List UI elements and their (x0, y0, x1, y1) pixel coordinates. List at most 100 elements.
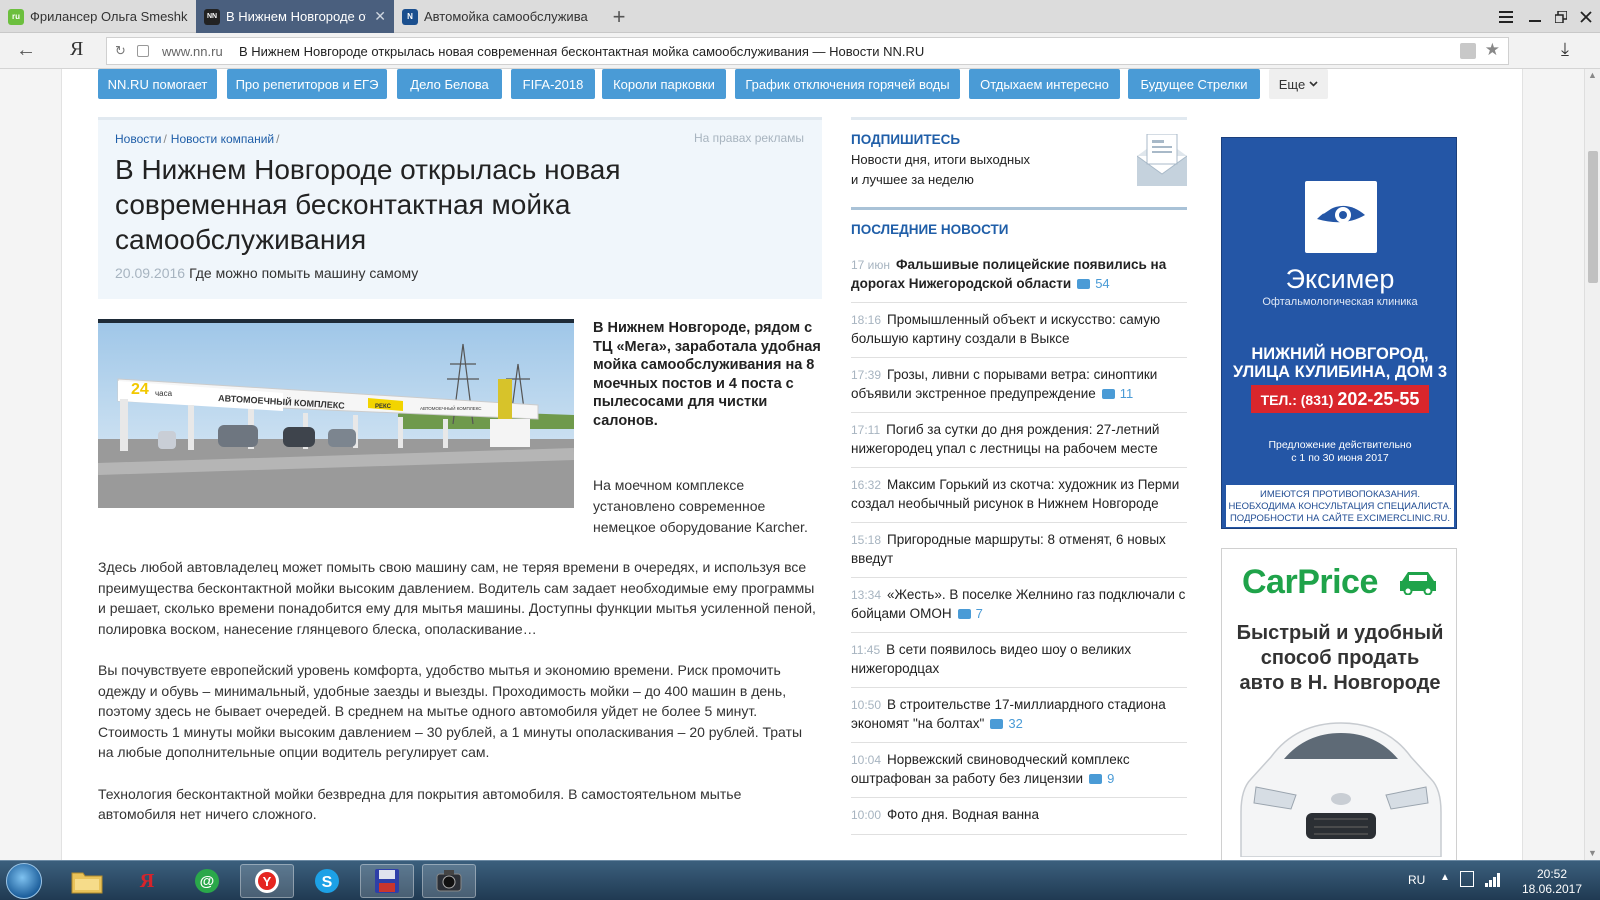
news-comments[interactable]: 32 (990, 715, 1023, 731)
start-button[interactable] (6, 863, 42, 899)
tag-button[interactable]: Дело Белова (397, 69, 502, 99)
network-signal-icon[interactable] (1485, 873, 1501, 887)
svg-text:S: S (322, 874, 333, 891)
article-date: 20.09.2016 (115, 265, 186, 281)
menu-icon[interactable] (1490, 0, 1522, 33)
news-item[interactable]: 17:39 Грозы, ливни с порывами ветра: сино… (851, 358, 1187, 413)
tab-nn-article[interactable]: NN В Нижнем Новгороде от ✕ (196, 0, 394, 33)
photo-sign-brand: РЕКС (375, 404, 392, 410)
tags-more-button[interactable]: Еще (1269, 69, 1328, 99)
eximer-offer-line: с 1 по 30 июня 2017 (1291, 451, 1389, 464)
news-time: 17:11 (851, 423, 881, 437)
tag-button[interactable]: Будущее Стрелки (1128, 69, 1260, 99)
article-photo[interactable]: 24 часа АВТОМОЕЧНЫЙ КОМПЛЕКС РЕКС АВТОМО… (98, 319, 574, 508)
explorer-icon[interactable] (60, 864, 114, 898)
carprice-slogan-line: способ продать (1260, 647, 1420, 669)
article-header: Новости / Новости компаний / На правах рекл… (98, 117, 822, 299)
tab-freelancer[interactable]: ru Фрилансер Ольга Smeshka (0, 0, 196, 33)
news-comments[interactable]: 9 (1089, 771, 1114, 786)
camera-icon[interactable] (422, 864, 476, 898)
download-icon[interactable]: ⤓ (1561, 39, 1569, 60)
page-scrollbar[interactable]: ▲ ▼ (1584, 69, 1600, 860)
scroll-down-icon[interactable]: ▼ (1588, 848, 1597, 858)
photo-sign-24: 24 (131, 381, 149, 398)
svg-text:Y: Y (263, 874, 272, 889)
news-comments[interactable]: 54 (1077, 275, 1110, 291)
news-headline[interactable]: В сети появилось видео шоу о великих ниж… (851, 642, 1131, 676)
news-item[interactable]: 10:04 Норвежский свиноводческий комплекс … (851, 743, 1187, 798)
action-center-icon[interactable] (1460, 871, 1474, 887)
close-window-icon[interactable] (1570, 0, 1600, 33)
eximer-offer-line: Предложение действительно (1268, 439, 1412, 451)
news-item[interactable]: 11:45 В сети появилось видео шоу о велики… (851, 633, 1187, 688)
ad-eximer-banner[interactable]: Эксимер Офтальмологическая клиника НИЖНИ… (1221, 137, 1457, 529)
news-time: 13:34 (851, 588, 882, 602)
news-headline[interactable]: Максим Горький из скотча: художник из Пе… (851, 477, 1179, 511)
eximer-offer: Предложение действительно с 1 по 30 июня… (1222, 439, 1456, 464)
tray-expand-icon[interactable]: ▲ (1440, 872, 1450, 883)
news-comments-count: 54 (1095, 275, 1110, 291)
page-info-icon[interactable] (137, 45, 149, 57)
news-headline[interactable]: Фото дня. Водная ванна (887, 807, 1039, 822)
yandex-logo-icon[interactable]: Я (70, 38, 83, 61)
news-comments[interactable]: 7 (957, 606, 983, 621)
reader-mode-icon[interactable] (1460, 43, 1476, 59)
yandex-app-icon[interactable]: Я (120, 864, 174, 898)
floppy-icon[interactable] (360, 864, 414, 898)
breadcrumb-company-news[interactable]: Новости компаний (171, 132, 274, 146)
news-item[interactable]: 13:34 «Жесть». В поселке Желнино газ подк… (851, 578, 1187, 633)
subscribe-title[interactable]: ПОДПИШИТЕСЬ (851, 132, 960, 147)
tag-button[interactable]: FIFA-2018 (511, 69, 595, 99)
news-item[interactable]: 18:16 Промышленный объект и искусство: са… (851, 303, 1187, 358)
news-headline[interactable]: Пригородные маршруты: 8 отменят, 6 новых… (851, 532, 1166, 566)
eximer-subtitle: Офтальмологическая клиника (1262, 296, 1418, 308)
latest-news-title[interactable]: ПОСЛЕДНИЕ НОВОСТИ (851, 222, 1008, 237)
system-clock[interactable]: 20:52 18.06.2017 (1512, 867, 1592, 897)
svg-text:@: @ (200, 873, 215, 890)
eximer-phone-number: 202-25-55 (1337, 389, 1420, 409)
news-comments-count: 9 (1107, 770, 1115, 786)
article-meta: 20.09.2016 Где можно помыть машину самому (115, 265, 418, 281)
news-item[interactable]: 15:18 Пригородные маршруты: 8 отменят, 6 … (851, 523, 1187, 578)
close-icon[interactable]: ✕ (374, 8, 386, 25)
tag-button[interactable]: Короли парковки (602, 69, 726, 99)
language-indicator[interactable]: RU (1408, 873, 1425, 887)
news-item[interactable]: 10:00 Фото дня. Водная ванна (851, 798, 1187, 835)
article-lead: В Нижнем Новгороде, рядом с ТЦ «Мега», з… (593, 320, 821, 429)
subscribe-block[interactable]: ПОДПИШИТЕСЬ Новости дня, итоги выходных … (851, 117, 1187, 210)
news-headline[interactable]: «Жесть». В поселке Желнино газ подключал… (851, 587, 1185, 621)
tag-button[interactable]: NN.RU помогает (98, 69, 217, 99)
tag-button[interactable]: Про репетиторов и ЕГЭ (227, 69, 387, 99)
news-item[interactable]: 17:11 Погиб за сутки до дня рождения: 27-… (851, 413, 1187, 468)
news-headline[interactable]: Фальшивые полицейские появились на дорог… (851, 257, 1166, 291)
scroll-thumb[interactable] (1588, 151, 1598, 283)
back-arrow-icon[interactable]: ← (16, 39, 36, 62)
news-comments-count: 32 (1008, 715, 1023, 731)
skype-icon[interactable]: S (300, 864, 354, 898)
tab-carwash[interactable]: N Автомойка самообслужива (394, 0, 596, 33)
news-headline[interactable]: Промышленный объект и искусство: самую б… (851, 312, 1160, 346)
news-comments[interactable]: 11 (1101, 386, 1133, 401)
page-title: В Нижнем Новгороде открылась новая совре… (115, 154, 621, 255)
breadcrumb-news[interactable]: Новости (115, 132, 161, 146)
scroll-up-icon[interactable]: ▲ (1588, 70, 1597, 80)
reload-icon[interactable]: ↻ (115, 43, 126, 59)
photo-sign-small: АВТОМОЕЧНЫЙ КОМПЛЕКС (420, 404, 482, 411)
news-headline[interactable]: Погиб за сутки до дня рождения: 27-летни… (851, 422, 1159, 456)
tab-bar: ru Фрилансер Ольга Smeshka NN В Нижнем Н… (0, 0, 1600, 33)
tag-button[interactable]: Отдыхаем интересно (969, 69, 1120, 99)
bookmark-star-icon[interactable]: ★ (1485, 40, 1500, 60)
comment-icon (1077, 278, 1091, 289)
news-item[interactable]: 16:32 Максим Горький из скотча: художник … (851, 468, 1187, 523)
yandex-browser-icon[interactable]: Y (240, 864, 294, 898)
news-headline[interactable]: Норвежский свиноводческий комплекс оштра… (851, 752, 1130, 786)
email-at-icon[interactable]: @ (180, 864, 234, 898)
tag-button[interactable]: График отключения горячей воды (735, 69, 960, 99)
news-item[interactable]: 17 июн Фальшивые полицейские появились на… (851, 248, 1187, 303)
url-title: В Нижнем Новгороде открылась новая совре… (239, 44, 925, 59)
url-field[interactable]: ↻ www.nn.ru В Нижнем Новгороде открылась… (106, 37, 1509, 65)
news-item[interactable]: 10:50 В строительстве 17-миллиардного ста… (851, 688, 1187, 743)
ad-carprice-banner[interactable]: CarPrice Быстрый и удобный способ продат… (1221, 548, 1457, 860)
eximer-phone: ТЕЛ.: (831) 202-25-55 (1251, 385, 1429, 413)
new-tab-button[interactable]: + (607, 4, 631, 30)
